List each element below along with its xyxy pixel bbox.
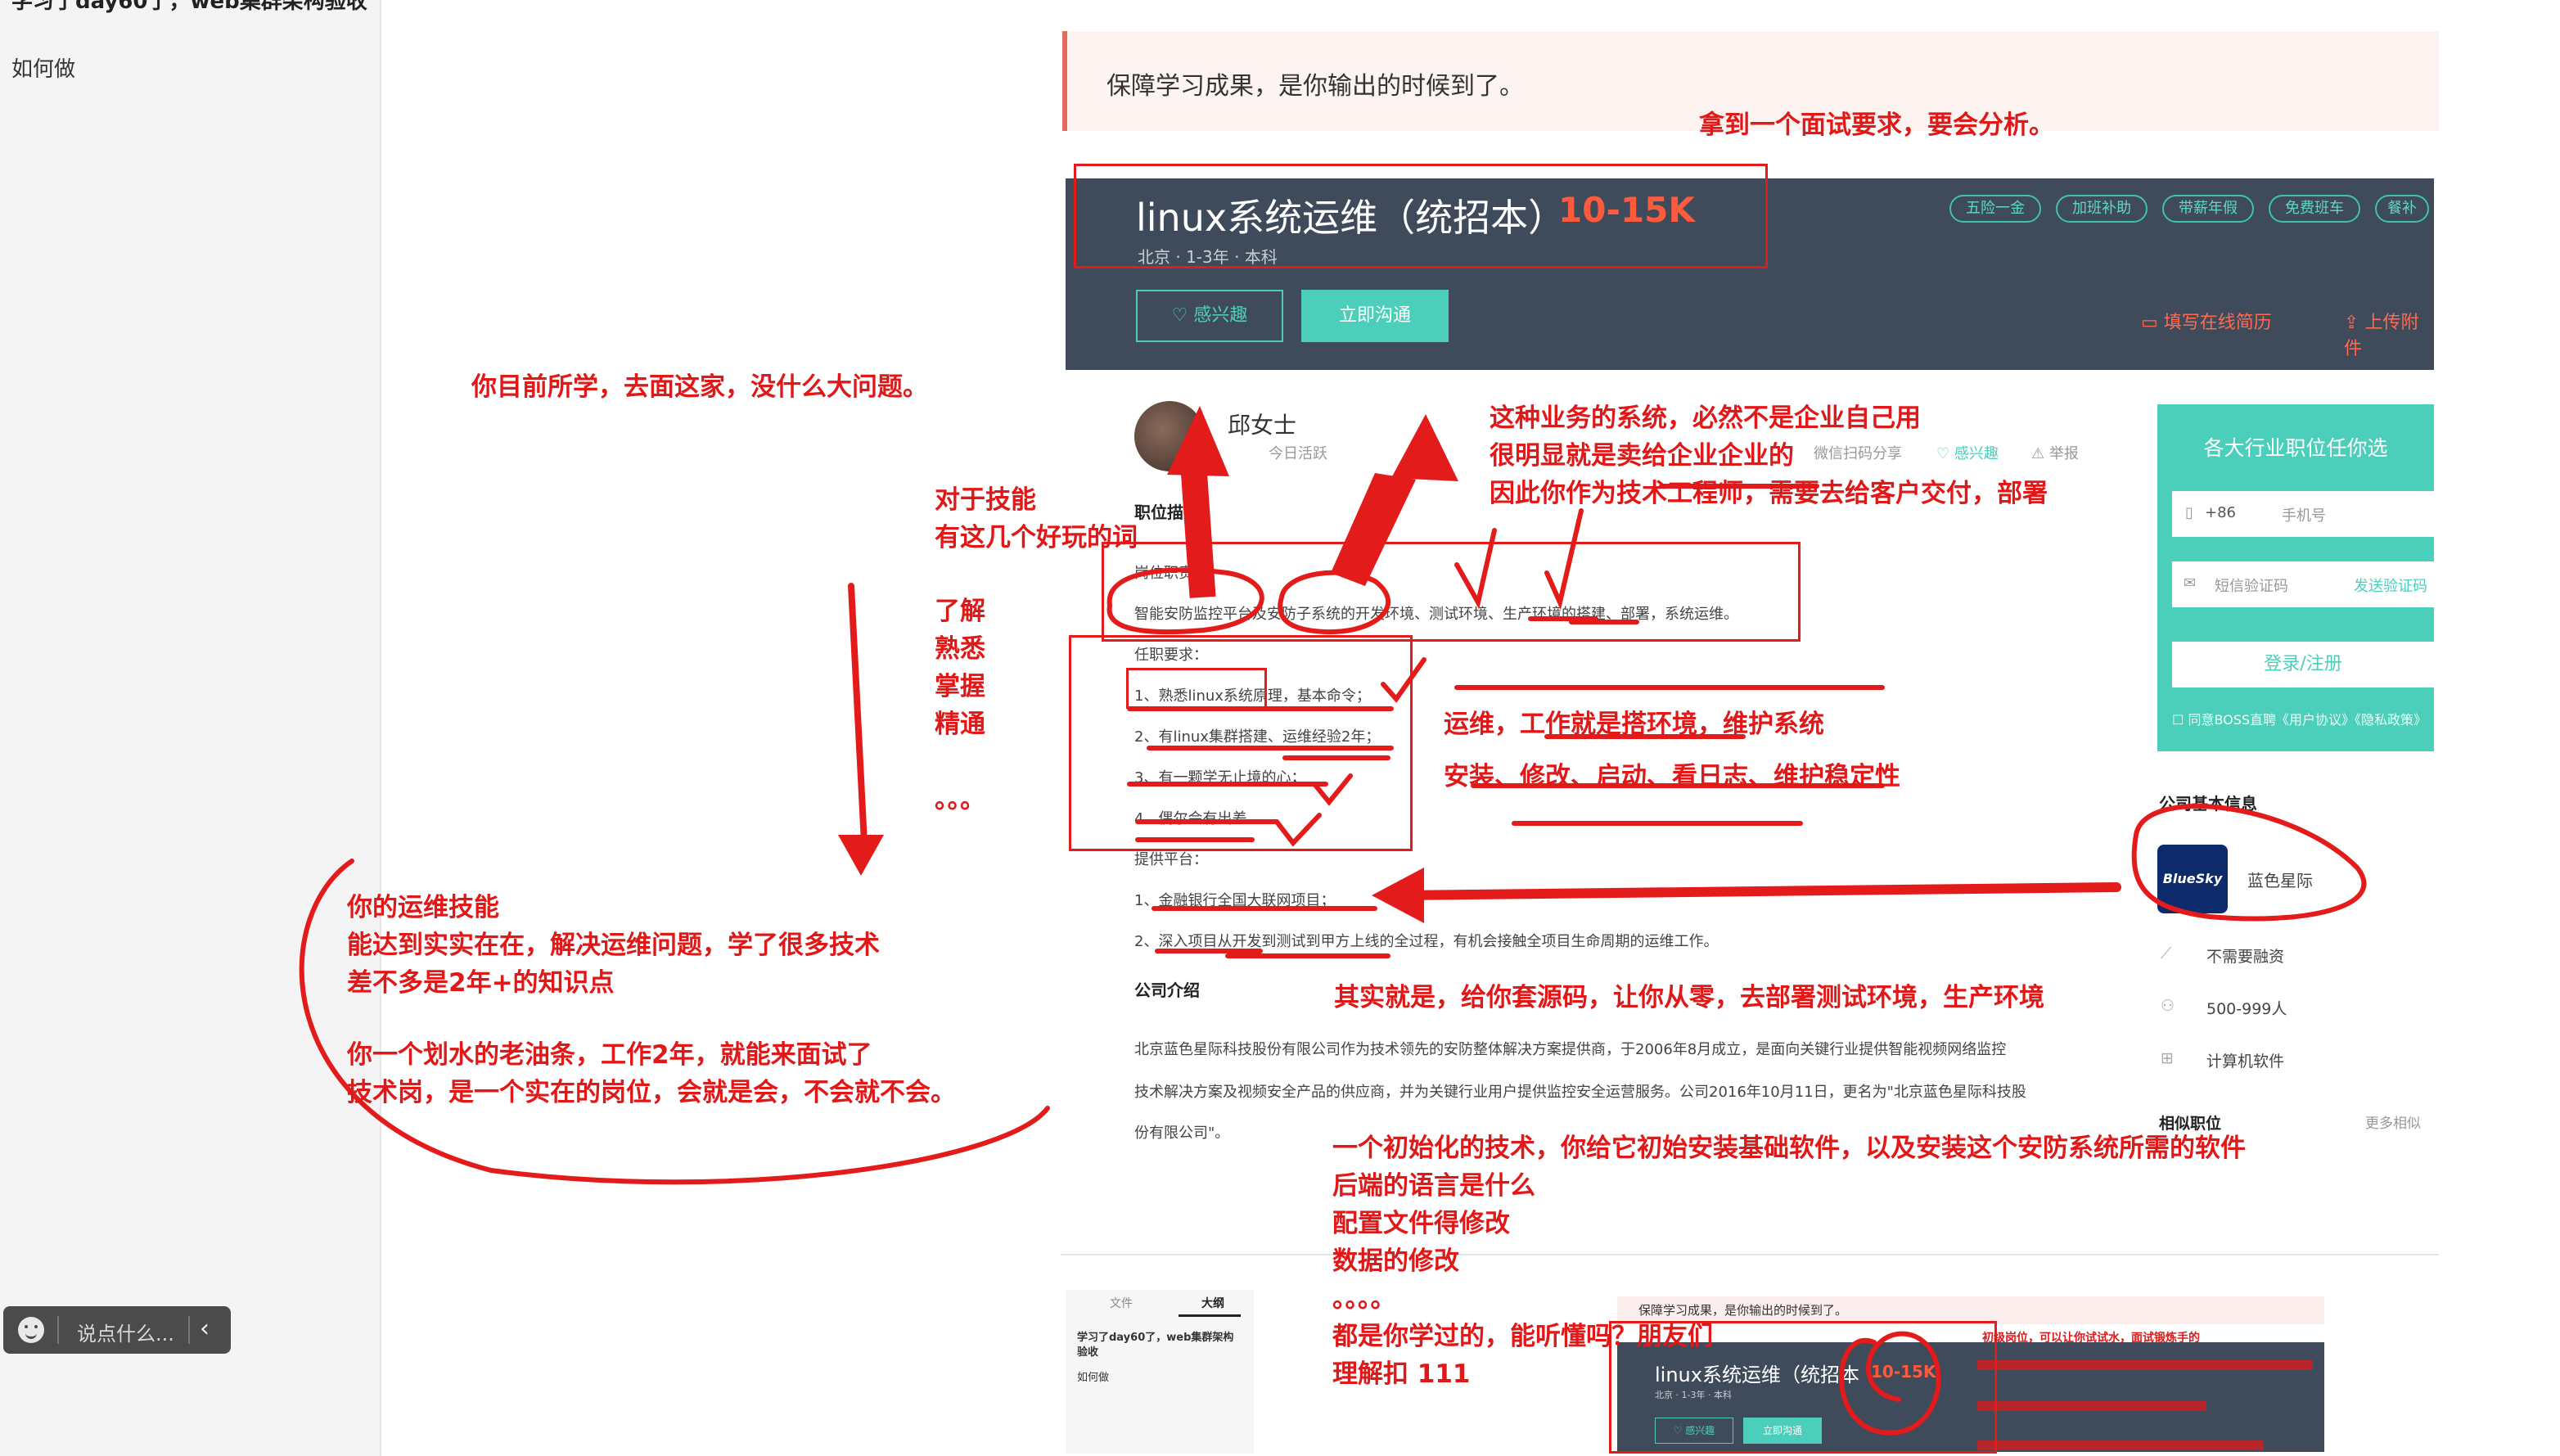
annotation-biz: 很明显就是卖给企业企业的: [1490, 441, 1794, 471]
annotation-init: 配置文件得修改: [1332, 1209, 1510, 1238]
annotation-level: 了解: [935, 597, 985, 626]
annotation-biz: 这种业务的系统，必然不是企业自己用: [1490, 403, 1921, 433]
annotation-skills: 对于技能: [935, 485, 1036, 515]
annotation-strokes: [299, 406, 2367, 1436]
annotation-ops: 安装、修改、启动、看日志、维护稳定性: [1444, 762, 1900, 791]
annotation-current: 你目前所学，去面这家，没什么大问题。: [471, 372, 928, 402]
annotation-skill: 能达到实实在在，解决运维问题，学了很多技术: [347, 931, 880, 960]
annotation-skill: 差不多是2年+的知识点: [347, 968, 615, 998]
annotation-ops: 运维，工作就是搭环境，维护系统: [1444, 710, 1824, 739]
annotation-source: 其实就是，给你套源码，让你从零，去部署测试环境，生产环境: [1334, 983, 2044, 1012]
annotation-analyze: 拿到一个面试要求，要会分析。: [1699, 110, 2054, 140]
annotation-skill: 你一个划水的老油条，工作2年，就能来面试了: [347, 1040, 872, 1070]
annotation-level: 掌握: [935, 672, 985, 701]
annotation-init: 。。。。: [1332, 1284, 1396, 1314]
annotation-biz: 因此你作为技术工程师，需要去给客户交付，部署: [1490, 479, 2048, 508]
annotation-skill: 你的运维技能: [347, 893, 499, 922]
annotation-init: 都是你学过的，能听懂吗？朋友们: [1332, 1322, 1713, 1351]
annotation-level: 熟悉: [935, 634, 985, 664]
annotation-skills: 有这几个好玩的词: [935, 523, 1138, 552]
annotation-skill: 技术岗，是一个实在的岗位，会就是会，不会就不会。: [347, 1078, 956, 1107]
annotation-init: 理解扣 111: [1332, 1359, 1471, 1389]
annotation-init: 一个初始化的技术，你给它初始安装基础软件，以及安装这个安防系统所需的软件: [1332, 1134, 2246, 1163]
annotation-init: 后端的语言是什么: [1332, 1171, 1535, 1201]
annotation-init: 数据的修改: [1332, 1246, 1459, 1276]
annotation-level: 。。。: [935, 785, 985, 814]
annotation-level: 精通: [935, 710, 985, 739]
